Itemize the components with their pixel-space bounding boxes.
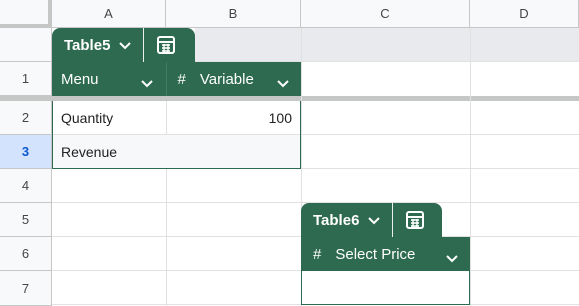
chip-divider <box>392 203 394 237</box>
row-header-3[interactable]: 3 <box>0 135 52 169</box>
table6-col-select-price-label: Select Price <box>335 245 416 263</box>
row-header-4[interactable]: 4 <box>0 169 52 203</box>
chevron-down-icon[interactable] <box>276 75 289 92</box>
chevron-down-icon[interactable] <box>119 37 132 54</box>
table5-chip[interactable]: Table5 <box>52 28 195 62</box>
table5-row1-value[interactable]: 100 <box>170 101 292 135</box>
table6-name: Table6 <box>313 211 360 229</box>
table5-name: Table5 <box>64 36 111 54</box>
row-header-5[interactable]: 5 <box>0 203 52 237</box>
chip-divider <box>143 28 145 62</box>
row-header-6[interactable]: 6 <box>0 237 52 271</box>
table6-body[interactable] <box>301 271 470 305</box>
table5-row2-label[interactable]: Revenue <box>61 135 161 169</box>
row-header-table-chip <box>0 28 52 62</box>
table-view-icon[interactable] <box>406 211 425 229</box>
column-header-b[interactable]: B <box>166 0 301 28</box>
hash-icon: # <box>177 70 186 88</box>
chip-row-band <box>195 28 579 62</box>
column-header-d[interactable]: D <box>470 0 579 28</box>
chevron-down-icon[interactable] <box>141 75 153 92</box>
table5-row2-value[interactable] <box>170 135 292 169</box>
table5-col-variable-label: Variable <box>199 70 254 88</box>
table5-col-variable-header[interactable]: # Variable <box>167 62 301 96</box>
chevron-down-icon[interactable] <box>368 212 381 229</box>
table5-header-row: Menu # Variable <box>52 62 301 96</box>
chevron-down-icon[interactable] <box>446 250 458 267</box>
table6-col-select-price-header[interactable]: # Select Price <box>301 237 470 271</box>
table6-chip[interactable]: Table6 <box>301 203 442 237</box>
corner-select-all[interactable] <box>0 0 52 28</box>
table-view-icon[interactable] <box>157 36 176 54</box>
hash-icon: # <box>313 245 322 263</box>
column-header-c[interactable]: C <box>301 0 470 28</box>
table5-col-menu-label: Menu <box>61 70 99 88</box>
row-header-1[interactable]: 1 <box>0 62 52 96</box>
row-header-2[interactable]: 2 <box>0 101 52 135</box>
table5-row1-label[interactable]: Quantity <box>61 101 161 135</box>
column-header-a[interactable]: A <box>52 0 166 28</box>
grid-vline <box>470 28 471 306</box>
table5-col-menu-header[interactable]: Menu <box>52 62 167 96</box>
row-header-7[interactable]: 7 <box>0 271 52 306</box>
